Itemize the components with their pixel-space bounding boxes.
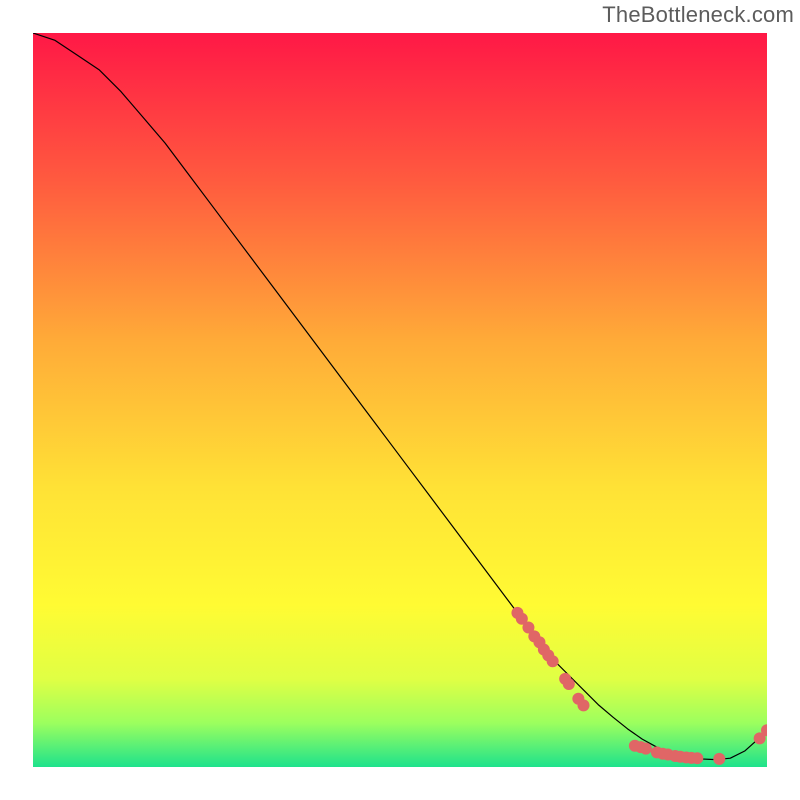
data-point xyxy=(640,743,652,755)
data-point xyxy=(691,752,703,764)
watermark-label: TheBottleneck.com xyxy=(602,2,794,28)
chart-plot-area xyxy=(33,33,767,767)
data-point xyxy=(578,699,590,711)
gradient-background xyxy=(33,33,767,767)
data-point xyxy=(547,655,559,667)
data-point xyxy=(563,678,575,690)
chart-svg xyxy=(33,33,767,767)
data-point xyxy=(713,753,725,765)
